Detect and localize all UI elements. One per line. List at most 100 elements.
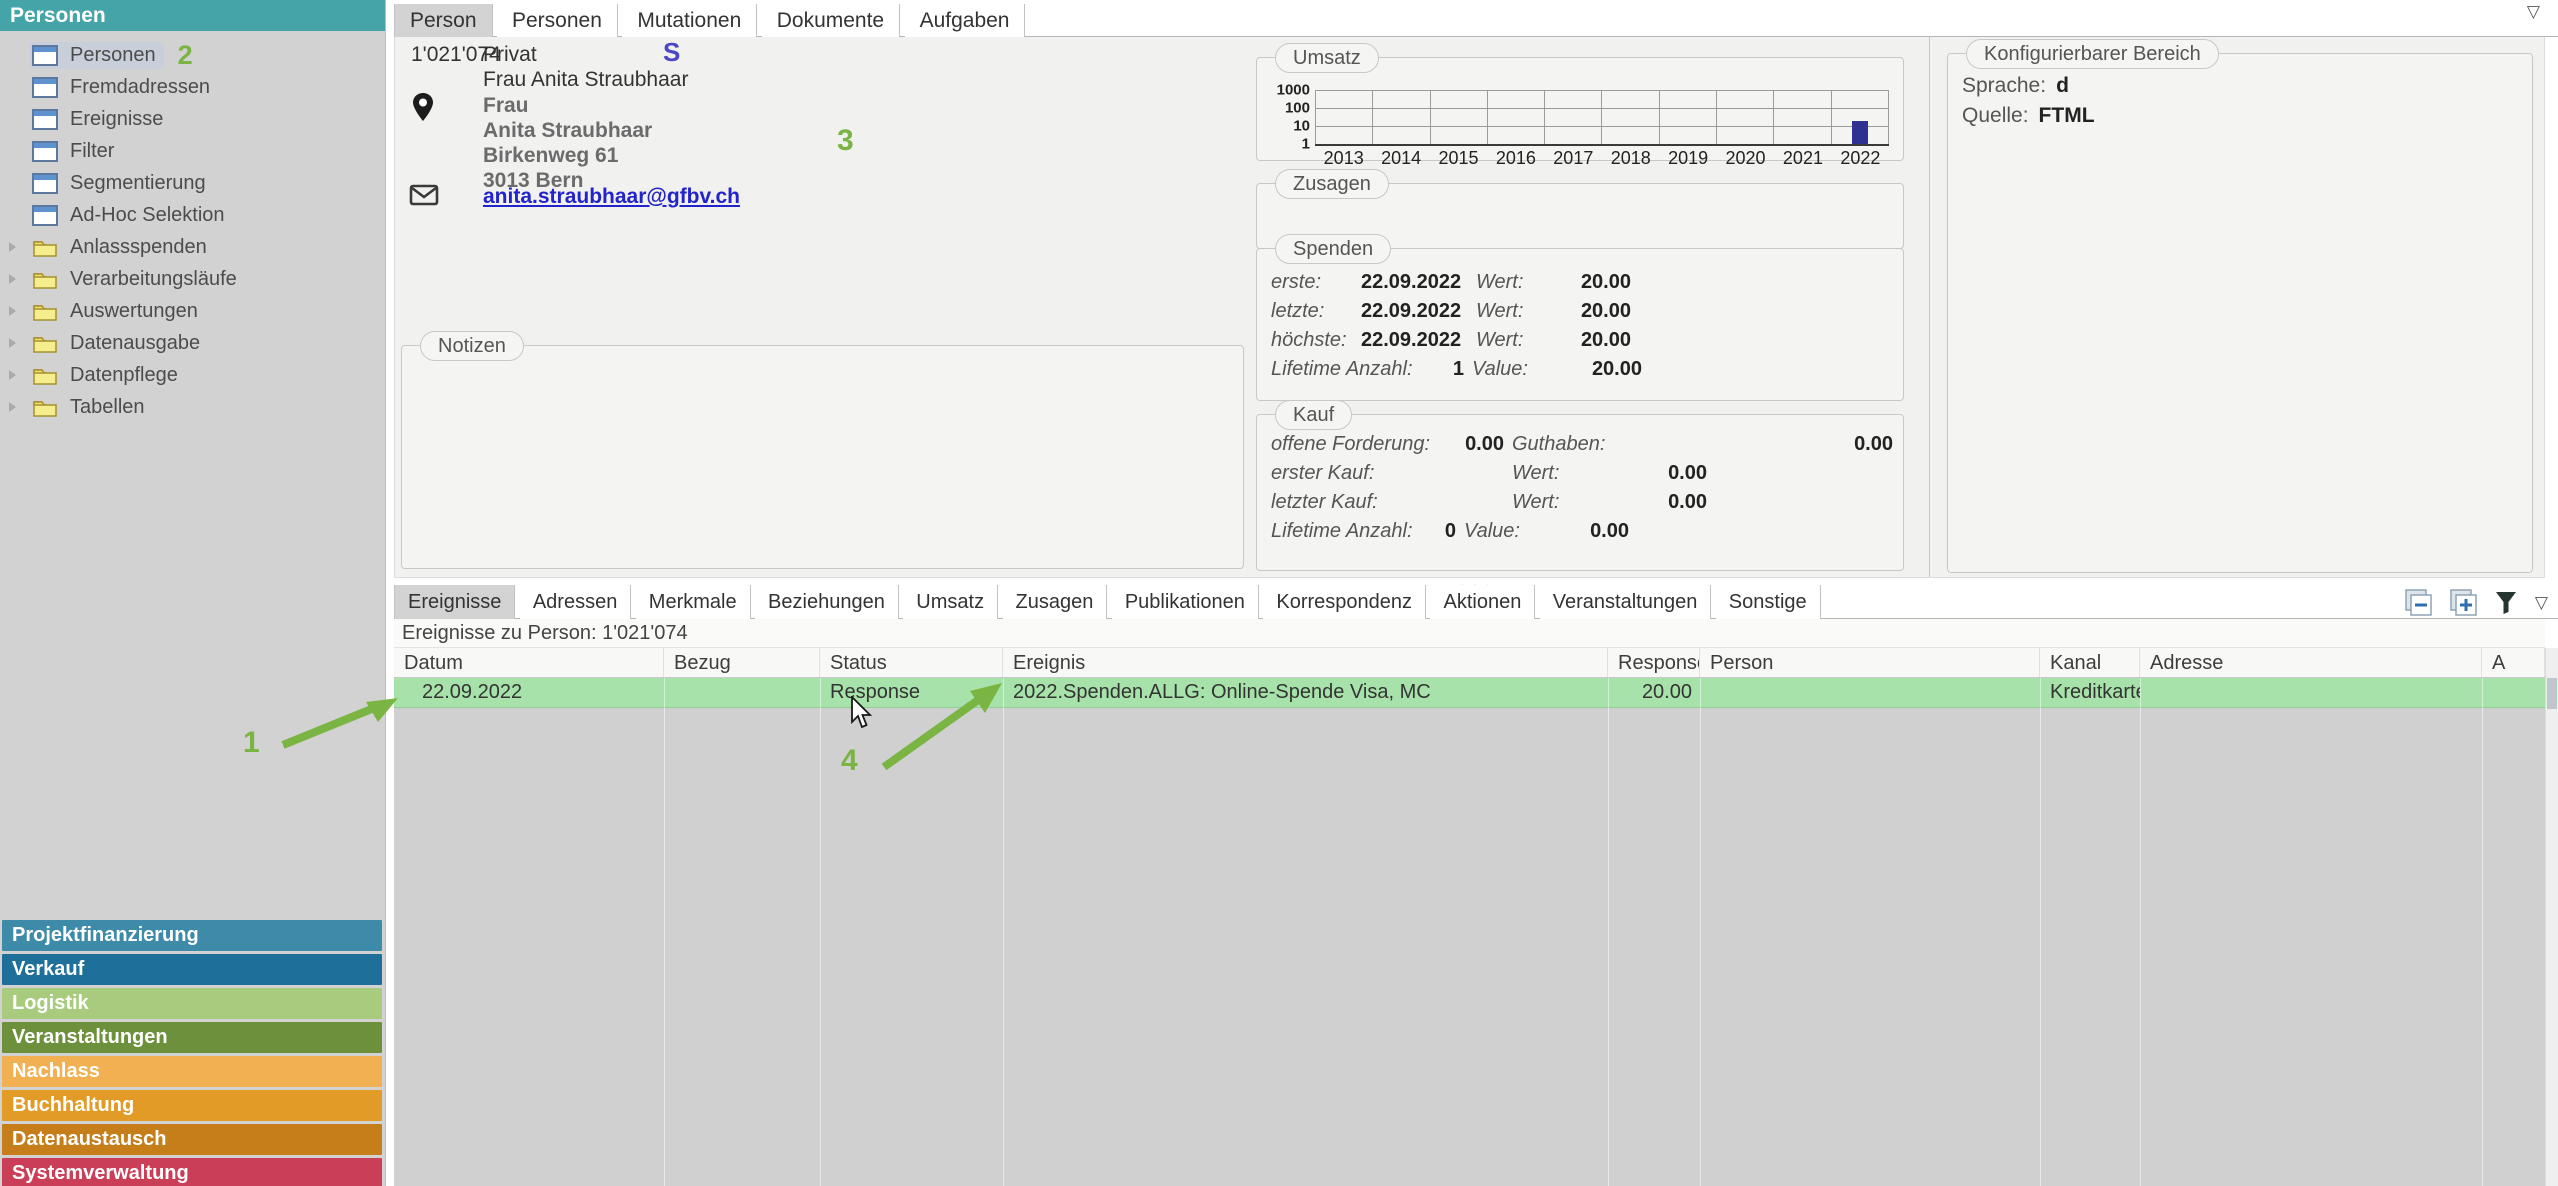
stat-count: 0 <box>1436 520 1456 543</box>
sidebar-item-auswertungen[interactable]: Auswertungen <box>0 295 385 327</box>
cell-a <box>2482 678 2545 707</box>
stat-value: 0.00 <box>1456 433 1504 456</box>
tab-mutationen[interactable]: Mutationen <box>622 4 757 37</box>
expander-icon[interactable] <box>9 274 16 284</box>
sidebar-item-label: Segmentierung <box>70 172 206 195</box>
column-header-person[interactable]: Person <box>1700 648 2040 677</box>
email-icon <box>409 183 439 207</box>
column-separator <box>1003 678 1004 1186</box>
document-icon <box>32 141 58 162</box>
x-axis-tick: 2022 <box>1832 148 1889 169</box>
tab-publikationen[interactable]: Publikationen <box>1112 585 1259 619</box>
sidebar-item-fremdadressen[interactable]: Fremdadressen <box>0 71 385 103</box>
tab-beziehungen[interactable]: Beziehungen <box>755 585 899 619</box>
person-email-link[interactable]: anita.straubhaar@gfbv.ch <box>483 185 740 209</box>
column-separator <box>820 678 821 1186</box>
module-systemverwaltung[interactable]: Systemverwaltung <box>2 1158 382 1186</box>
stat-label: letzter Kauf: <box>1271 491 1456 514</box>
sidebar-item-ereignisse[interactable]: Ereignisse <box>0 103 385 135</box>
tab-adressen[interactable]: Adressen <box>520 585 632 619</box>
column-header-kanal[interactable]: Kanal <box>2040 648 2140 677</box>
config-fields: Sprache: d Quelle: FTML <box>1962 74 2522 134</box>
sidebar-item-anlassspenden[interactable]: Anlassspenden <box>0 231 385 263</box>
events-context-label: Ereignisse zu Person: 1'021'074 <box>394 619 2545 648</box>
scrollbar-thumb[interactable] <box>2547 678 2557 709</box>
column-separator <box>664 678 665 1186</box>
stat-value: 0.00 <box>1612 491 1707 514</box>
horizontal-splitter[interactable]: • • • <box>394 578 2558 585</box>
kauf-box: Kauf offene Forderung: 0.00 Guthaben: 0.… <box>1256 414 1904 571</box>
sidebar-item-label: Ad-Hoc Selektion <box>70 204 225 227</box>
module-veranstaltungen[interactable]: Veranstaltungen <box>2 1022 382 1053</box>
expander-icon[interactable] <box>9 338 16 348</box>
document-icon <box>32 45 58 66</box>
tab-personen[interactable]: Personen <box>497 4 618 37</box>
events-table: Datum Bezug Status Ereignis Response Per… <box>394 648 2545 1186</box>
notizen-box: Notizen <box>401 345 1244 569</box>
spenden-row-hoechste: höchste: 22.09.2022 Wert: 20.00 <box>1271 329 1893 358</box>
module-verkauf[interactable]: Verkauf <box>2 954 382 985</box>
main-tab-bar: Person Personen Mutationen Dokumente Auf… <box>394 4 2558 37</box>
expand-all-icon[interactable] <box>2450 589 2477 616</box>
sidebar-item-adhoc-selektion[interactable]: Ad-Hoc Selektion <box>0 199 385 231</box>
stat-value: 20.00 <box>1531 300 1631 323</box>
tab-merkmale[interactable]: Merkmale <box>636 585 751 619</box>
field-value: d <box>2056 74 2069 98</box>
stat-label: Guthaben: <box>1512 433 1612 456</box>
person-category: Privat <box>483 43 537 67</box>
module-buchhaltung[interactable]: Buchhaltung <box>2 1090 382 1121</box>
sidebar-item-tabellen[interactable]: Tabellen <box>0 391 385 423</box>
chevron-down-icon[interactable]: ▽ <box>2535 593 2548 613</box>
tab-ereignisse[interactable]: Ereignisse <box>394 585 515 619</box>
sidebar-item-filter[interactable]: Filter <box>0 135 385 167</box>
module-projektfinanzierung[interactable]: Projektfinanzierung <box>2 920 382 951</box>
filter-icon[interactable] <box>2495 591 2517 615</box>
sidebar-item-datenausgabe[interactable]: Datenausgabe <box>0 327 385 359</box>
sidebar-item-segmentierung[interactable]: Segmentierung <box>0 167 385 199</box>
column-header-bezug[interactable]: Bezug <box>664 648 820 677</box>
person-address: Frau Anita Straubhaar Birkenweg 61 3013 … <box>483 93 652 193</box>
chart-column <box>1774 90 1831 144</box>
stat-label: letzte: <box>1271 300 1361 323</box>
tab-korrespondenz[interactable]: Korrespondenz <box>1263 585 1426 619</box>
column-header-status[interactable]: Status <box>820 648 1003 677</box>
collapse-all-icon[interactable] <box>2405 589 2432 616</box>
vertical-scrollbar[interactable] <box>2545 648 2558 1186</box>
column-header-datum[interactable]: Datum <box>394 648 664 677</box>
stat-label: Lifetime Anzahl: <box>1271 520 1436 543</box>
tab-dokumente[interactable]: Dokumente <box>762 4 900 37</box>
stat-label: erste: <box>1271 271 1361 294</box>
sidebar-item-verarbeitungslaeufe[interactable]: Verarbeitungsläufe <box>0 263 385 295</box>
sidebar-item-datenpflege[interactable]: Datenpflege <box>0 359 385 391</box>
expander-icon[interactable] <box>9 370 16 380</box>
x-axis-tick: 2017 <box>1545 148 1602 169</box>
chart-column <box>1488 90 1545 144</box>
expander-icon[interactable] <box>9 242 16 252</box>
column-header-adresse[interactable]: Adresse <box>2140 648 2482 677</box>
tab-aktionen[interactable]: Aktionen <box>1430 585 1535 619</box>
annotation-number-4: 4 <box>841 744 858 778</box>
cell-response: 20.00 <box>1608 678 1700 707</box>
expander-icon[interactable] <box>9 402 16 412</box>
tab-sonstige[interactable]: Sonstige <box>1716 585 1821 619</box>
tab-person[interactable]: Person <box>394 4 493 37</box>
tab-umsatz[interactable]: Umsatz <box>903 585 998 619</box>
tab-veranstaltungen[interactable]: Veranstaltungen <box>1540 585 1712 619</box>
kauf-row-forderung: offene Forderung: 0.00 Guthaben: 0.00 <box>1271 433 1893 462</box>
column-header-response[interactable]: Response <box>1608 648 1700 677</box>
module-nachlass[interactable]: Nachlass <box>2 1056 382 1087</box>
spenden-row-lifetime: Lifetime Anzahl: 1 Value: 20.00 <box>1271 358 1893 387</box>
module-list: Projektfinanzierung Verkauf Logistik Ver… <box>2 920 382 1186</box>
module-logistik[interactable]: Logistik <box>2 988 382 1019</box>
module-datenaustausch[interactable]: Datenaustausch <box>2 1124 382 1155</box>
expander-icon[interactable] <box>9 306 16 316</box>
chevron-down-icon[interactable]: ▽ <box>2527 2 2540 22</box>
table-row[interactable]: 22.09.2022 Response 2022.Spenden.ALLG: O… <box>394 678 2545 708</box>
sidebar-item-personen[interactable]: Personen 2 <box>0 39 385 71</box>
column-header-ereignis[interactable]: Ereignis <box>1003 648 1608 677</box>
notizen-content[interactable] <box>416 360 1229 554</box>
tab-aufgaben[interactable]: Aufgaben <box>905 4 1026 37</box>
cell-ereignis: 2022.Spenden.ALLG: Online-Spende Visa, M… <box>1003 678 1608 707</box>
tab-zusagen[interactable]: Zusagen <box>1003 585 1108 619</box>
column-header-a[interactable]: A <box>2482 648 2545 677</box>
